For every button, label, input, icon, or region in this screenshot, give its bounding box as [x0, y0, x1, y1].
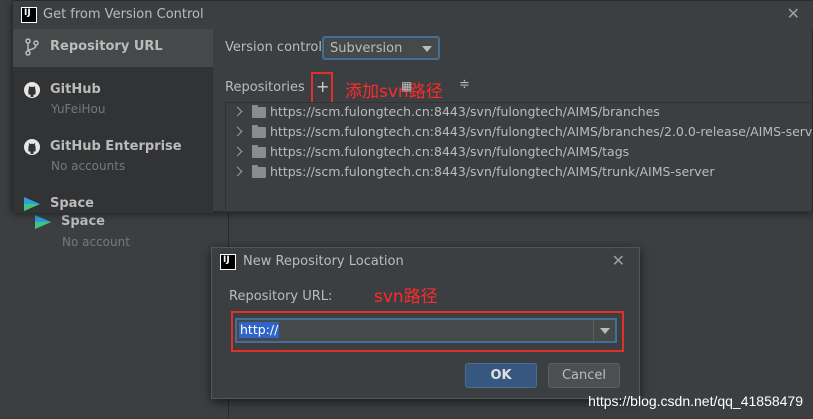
sidebar-item-repository-url[interactable]: Repository URL	[13, 29, 213, 67]
chevron-right-icon[interactable]	[232, 166, 243, 177]
watermark: https://blog.csdn.net/qq_41858479	[588, 393, 803, 409]
space-icon	[35, 215, 51, 229]
github-icon	[24, 139, 40, 155]
sidebar-item-label: Space	[50, 196, 94, 211]
dialog-titlebar: IJ Get from Version Control ✕	[13, 1, 813, 29]
tree-row[interactable]: https://scm.fulongtech.cn:8443/svn/fulon…	[226, 143, 812, 163]
tree-row[interactable]: https://scm.fulongtech.cn:8443/svn/fulon…	[226, 163, 812, 183]
version-control-value: Subversion	[330, 41, 403, 56]
chevron-right-icon[interactable]	[232, 126, 243, 137]
folder-icon	[252, 125, 266, 138]
collapse-all-icon[interactable]: ≑	[459, 77, 473, 92]
space-icon	[24, 197, 40, 211]
tree-row[interactable]: https://scm.fulongtech.cn:8443/svn/fulon…	[226, 123, 813, 143]
repository-url: https://scm.fulongtech.cn:8443/svn/fulon…	[270, 164, 715, 179]
chevron-down-icon[interactable]	[593, 320, 615, 341]
repository-url-value: http://	[239, 322, 280, 338]
browse-icon[interactable]: ▦	[401, 79, 415, 93]
close-icon[interactable]: ✕	[612, 251, 625, 270]
repository-url: https://scm.fulongtech.cn:8443/svn/fulon…	[270, 124, 813, 139]
sidebar-item-github-enterprise[interactable]: GitHub Enterprise No accounts	[13, 129, 213, 177]
version-control-select[interactable]: Subversion	[322, 36, 440, 60]
close-icon[interactable]: ✕	[787, 4, 800, 23]
sidebar-item-sub: No accounts	[51, 159, 126, 173]
github-icon	[24, 82, 40, 98]
chevron-right-icon[interactable]	[232, 106, 243, 117]
plus-icon: +	[316, 77, 330, 96]
repositories-tree: https://scm.fulongtech.cn:8443/svn/fulon…	[225, 102, 813, 212]
annotation-svn-path: svn路径	[374, 287, 438, 307]
repository-url: https://scm.fulongtech.cn:8443/svn/fulon…	[270, 104, 660, 119]
repositories-label: Repositories	[225, 80, 305, 95]
tree-row[interactable]: https://scm.fulongtech.cn:8443/svn/fulon…	[226, 103, 812, 123]
folder-icon	[252, 145, 266, 158]
sidebar-item-github[interactable]: GitHub YuFeiHou	[13, 72, 213, 120]
chevron-right-icon[interactable]	[232, 146, 243, 157]
background-sidebar-label: Space	[61, 214, 105, 229]
ok-button[interactable]: OK	[465, 363, 537, 388]
vcs-content: Version control: Subversion Repositories…	[213, 29, 813, 213]
intellij-logo-icon: IJ	[21, 7, 37, 23]
folder-icon	[252, 105, 266, 118]
sidebar-item-label: Repository URL	[50, 39, 163, 54]
repository-url-input[interactable]: http://	[235, 318, 617, 343]
dialog-title: Get from Version Control	[43, 7, 204, 22]
sidebar-item-label: GitHub Enterprise	[50, 139, 182, 154]
vcs-sidebar: Repository URL GitHub YuFeiHou GitHub En…	[13, 29, 213, 213]
branch-icon	[25, 38, 39, 56]
annotation-add-svn-path: 添加svn路径	[345, 82, 443, 102]
popup-title: New Repository Location	[243, 254, 404, 269]
new-repository-location-dialog: IJ New Repository Location ✕ Repository …	[211, 247, 640, 399]
intellij-logo-icon: IJ	[220, 254, 236, 270]
version-control-label: Version control:	[225, 40, 327, 55]
background-sidebar-sub: No account	[62, 235, 130, 249]
chevron-down-icon	[422, 46, 432, 52]
repository-url: https://scm.fulongtech.cn:8443/svn/fulon…	[270, 144, 630, 159]
get-from-vcs-dialog: IJ Get from Version Control ✕ Repository…	[12, 0, 813, 213]
sidebar-item-label: GitHub	[50, 82, 101, 97]
cancel-button[interactable]: Cancel	[548, 363, 620, 388]
add-repository-button[interactable]: +	[311, 72, 333, 106]
sidebar-item-space[interactable]: Space	[13, 186, 213, 213]
repository-url-label: Repository URL:	[229, 289, 333, 304]
sidebar-item-sub: YuFeiHou	[51, 102, 106, 116]
popup-titlebar: IJ New Repository Location ✕	[212, 248, 639, 276]
folder-icon	[252, 165, 266, 178]
